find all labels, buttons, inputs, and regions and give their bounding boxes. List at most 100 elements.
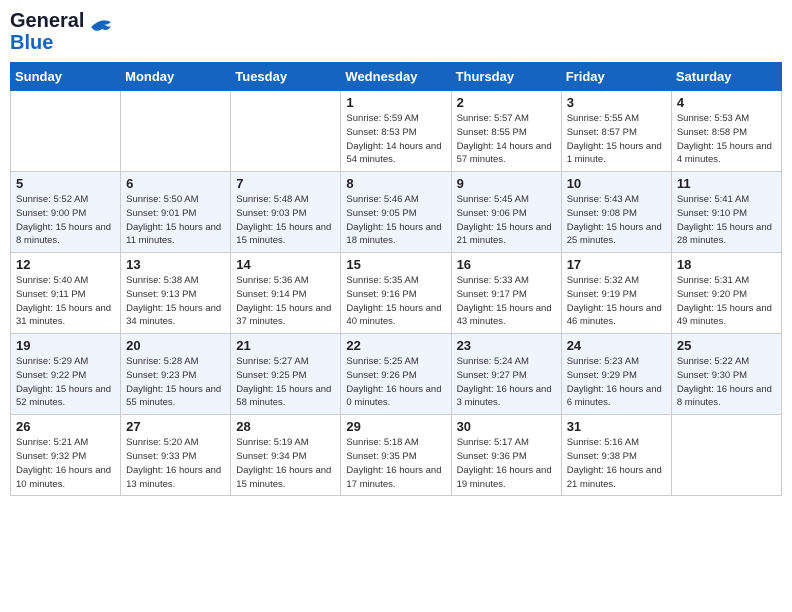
day-number: 13 [126, 257, 225, 272]
day-cell-8: 8 Sunrise: 5:46 AM Sunset: 9:05 PM Daylig… [341, 172, 451, 253]
day-detail: Sunrise: 5:20 AM Sunset: 9:33 PM Dayligh… [126, 436, 225, 491]
day-cell-26: 26Sunrise: 5:21 AM Sunset: 9:32 PM Dayli… [11, 415, 121, 496]
day-number: 17 [567, 257, 666, 272]
day-detail: Sunrise: 5:19 AM Sunset: 9:34 PM Dayligh… [236, 436, 335, 491]
day-detail: Sunrise: 5:45 AM Sunset: 9:06 PM Dayligh… [457, 193, 556, 248]
day-detail: Sunrise: 5:38 AM Sunset: 9:13 PM Dayligh… [126, 274, 225, 329]
day-detail: Sunrise: 5:25 AM Sunset: 9:26 PM Dayligh… [346, 355, 445, 410]
day-cell-27: 27 Sunrise: 5:20 AM Sunset: 9:33 PM Dayli… [121, 415, 231, 496]
logo-blue: Blue [10, 32, 84, 54]
day-cell-15: 15 Sunrise: 5:35 AM Sunset: 9:16 PM Dayli… [341, 253, 451, 334]
day-detail: Sunrise: 5:21 AM Sunset: 9:32 PM Dayligh… [16, 436, 115, 491]
day-number: 21 [236, 338, 335, 353]
day-cell-28: 28 Sunrise: 5:19 AM Sunset: 9:34 PM Dayli… [231, 415, 341, 496]
day-detail: Sunrise: 5:28 AM Sunset: 9:23 PM Dayligh… [126, 355, 225, 410]
weekday-header-sunday: Sunday [11, 63, 121, 91]
day-cell-21: 21Sunrise: 5:27 AM Sunset: 9:25 PM Dayli… [231, 334, 341, 415]
week-row-2: 5Sunrise: 5:52 AM Sunset: 9:00 PM Daylig… [11, 172, 782, 253]
day-cell-6: 6 Sunrise: 5:50 AM Sunset: 9:01 PM Daylig… [121, 172, 231, 253]
day-number: 9 [457, 176, 556, 191]
weekday-header-saturday: Saturday [671, 63, 781, 91]
day-cell-3: 3 Sunrise: 5:55 AM Sunset: 8:57 PM Daylig… [561, 91, 671, 172]
day-number: 29 [346, 419, 445, 434]
day-cell-19: 19 Sunrise: 5:29 AM Sunset: 9:22 PM Dayli… [11, 334, 121, 415]
day-number: 22 [346, 338, 445, 353]
day-cell-11: 11 Sunrise: 5:41 AM Sunset: 9:10 PM Dayli… [671, 172, 781, 253]
day-cell-13: 13 Sunrise: 5:38 AM Sunset: 9:13 PM Dayli… [121, 253, 231, 334]
day-cell-5: 5Sunrise: 5:52 AM Sunset: 9:00 PM Daylig… [11, 172, 121, 253]
day-detail: Sunrise: 5:35 AM Sunset: 9:16 PM Dayligh… [346, 274, 445, 329]
day-detail: Sunrise: 5:33 AM Sunset: 9:17 PM Dayligh… [457, 274, 556, 329]
day-detail: Sunrise: 5:53 AM Sunset: 8:58 PM Dayligh… [677, 112, 776, 167]
empty-cell [11, 91, 121, 172]
day-cell-22: 22 Sunrise: 5:25 AM Sunset: 9:26 PM Dayli… [341, 334, 451, 415]
day-detail: Sunrise: 5:22 AM Sunset: 9:30 PM Dayligh… [677, 355, 776, 410]
day-cell-20: 20 Sunrise: 5:28 AM Sunset: 9:23 PM Dayli… [121, 334, 231, 415]
day-number: 31 [567, 419, 666, 434]
day-number: 28 [236, 419, 335, 434]
day-detail: Sunrise: 5:36 AM Sunset: 9:14 PM Dayligh… [236, 274, 335, 329]
day-number: 5 [16, 176, 115, 191]
day-detail: Sunrise: 5:23 AM Sunset: 9:29 PM Dayligh… [567, 355, 666, 410]
day-cell-30: 30 Sunrise: 5:17 AM Sunset: 9:36 PM Dayli… [451, 415, 561, 496]
week-row-4: 19 Sunrise: 5:29 AM Sunset: 9:22 PM Dayli… [11, 334, 782, 415]
day-cell-25: 25 Sunrise: 5:22 AM Sunset: 9:30 PM Dayli… [671, 334, 781, 415]
day-cell-23: 23 Sunrise: 5:24 AM Sunset: 9:27 PM Dayli… [451, 334, 561, 415]
day-number: 8 [346, 176, 445, 191]
weekday-header-row: SundayMondayTuesdayWednesdayThursdayFrid… [11, 63, 782, 91]
calendar-table: SundayMondayTuesdayWednesdayThursdayFrid… [10, 62, 782, 496]
day-number: 15 [346, 257, 445, 272]
logo-general: General [10, 10, 84, 32]
day-cell-10: 10Sunrise: 5:43 AM Sunset: 9:08 PM Dayli… [561, 172, 671, 253]
day-cell-9: 9 Sunrise: 5:45 AM Sunset: 9:06 PM Daylig… [451, 172, 561, 253]
day-detail: Sunrise: 5:17 AM Sunset: 9:36 PM Dayligh… [457, 436, 556, 491]
week-row-5: 26Sunrise: 5:21 AM Sunset: 9:32 PM Dayli… [11, 415, 782, 496]
day-cell-7: 7 Sunrise: 5:48 AM Sunset: 9:03 PM Daylig… [231, 172, 341, 253]
day-detail: Sunrise: 5:24 AM Sunset: 9:27 PM Dayligh… [457, 355, 556, 410]
day-cell-16: 16 Sunrise: 5:33 AM Sunset: 9:17 PM Dayli… [451, 253, 561, 334]
day-number: 1 [346, 95, 445, 110]
weekday-header-tuesday: Tuesday [231, 63, 341, 91]
day-cell-17: 17Sunrise: 5:32 AM Sunset: 9:19 PM Dayli… [561, 253, 671, 334]
day-number: 3 [567, 95, 666, 110]
empty-cell [231, 91, 341, 172]
day-number: 30 [457, 419, 556, 434]
day-number: 25 [677, 338, 776, 353]
day-detail: Sunrise: 5:29 AM Sunset: 9:22 PM Dayligh… [16, 355, 115, 410]
day-detail: Sunrise: 5:16 AM Sunset: 9:38 PM Dayligh… [567, 436, 666, 491]
day-detail: Sunrise: 5:57 AM Sunset: 8:55 PM Dayligh… [457, 112, 556, 167]
page-header: General Blue [10, 10, 782, 54]
empty-cell [671, 415, 781, 496]
day-cell-24: 24Sunrise: 5:23 AM Sunset: 9:29 PM Dayli… [561, 334, 671, 415]
day-detail: Sunrise: 5:41 AM Sunset: 9:10 PM Dayligh… [677, 193, 776, 248]
day-number: 4 [677, 95, 776, 110]
day-detail: Sunrise: 5:55 AM Sunset: 8:57 PM Dayligh… [567, 112, 666, 167]
empty-cell [121, 91, 231, 172]
week-row-3: 12Sunrise: 5:40 AM Sunset: 9:11 PM Dayli… [11, 253, 782, 334]
day-number: 16 [457, 257, 556, 272]
weekday-header-friday: Friday [561, 63, 671, 91]
day-detail: Sunrise: 5:59 AM Sunset: 8:53 PM Dayligh… [346, 112, 445, 167]
day-detail: Sunrise: 5:18 AM Sunset: 9:35 PM Dayligh… [346, 436, 445, 491]
day-detail: Sunrise: 5:43 AM Sunset: 9:08 PM Dayligh… [567, 193, 666, 248]
logo: General Blue [10, 10, 116, 54]
day-number: 19 [16, 338, 115, 353]
day-number: 11 [677, 176, 776, 191]
logo-bird-icon [86, 12, 116, 52]
day-cell-14: 14Sunrise: 5:36 AM Sunset: 9:14 PM Dayli… [231, 253, 341, 334]
day-detail: Sunrise: 5:40 AM Sunset: 9:11 PM Dayligh… [16, 274, 115, 329]
day-cell-12: 12Sunrise: 5:40 AM Sunset: 9:11 PM Dayli… [11, 253, 121, 334]
day-number: 6 [126, 176, 225, 191]
day-detail: Sunrise: 5:48 AM Sunset: 9:03 PM Dayligh… [236, 193, 335, 248]
day-cell-1: 1 Sunrise: 5:59 AM Sunset: 8:53 PM Daylig… [341, 91, 451, 172]
week-row-1: 1 Sunrise: 5:59 AM Sunset: 8:53 PM Daylig… [11, 91, 782, 172]
day-number: 7 [236, 176, 335, 191]
day-number: 2 [457, 95, 556, 110]
weekday-header-thursday: Thursday [451, 63, 561, 91]
day-number: 20 [126, 338, 225, 353]
day-detail: Sunrise: 5:46 AM Sunset: 9:05 PM Dayligh… [346, 193, 445, 248]
day-number: 23 [457, 338, 556, 353]
day-number: 27 [126, 419, 225, 434]
day-detail: Sunrise: 5:50 AM Sunset: 9:01 PM Dayligh… [126, 193, 225, 248]
weekday-header-monday: Monday [121, 63, 231, 91]
